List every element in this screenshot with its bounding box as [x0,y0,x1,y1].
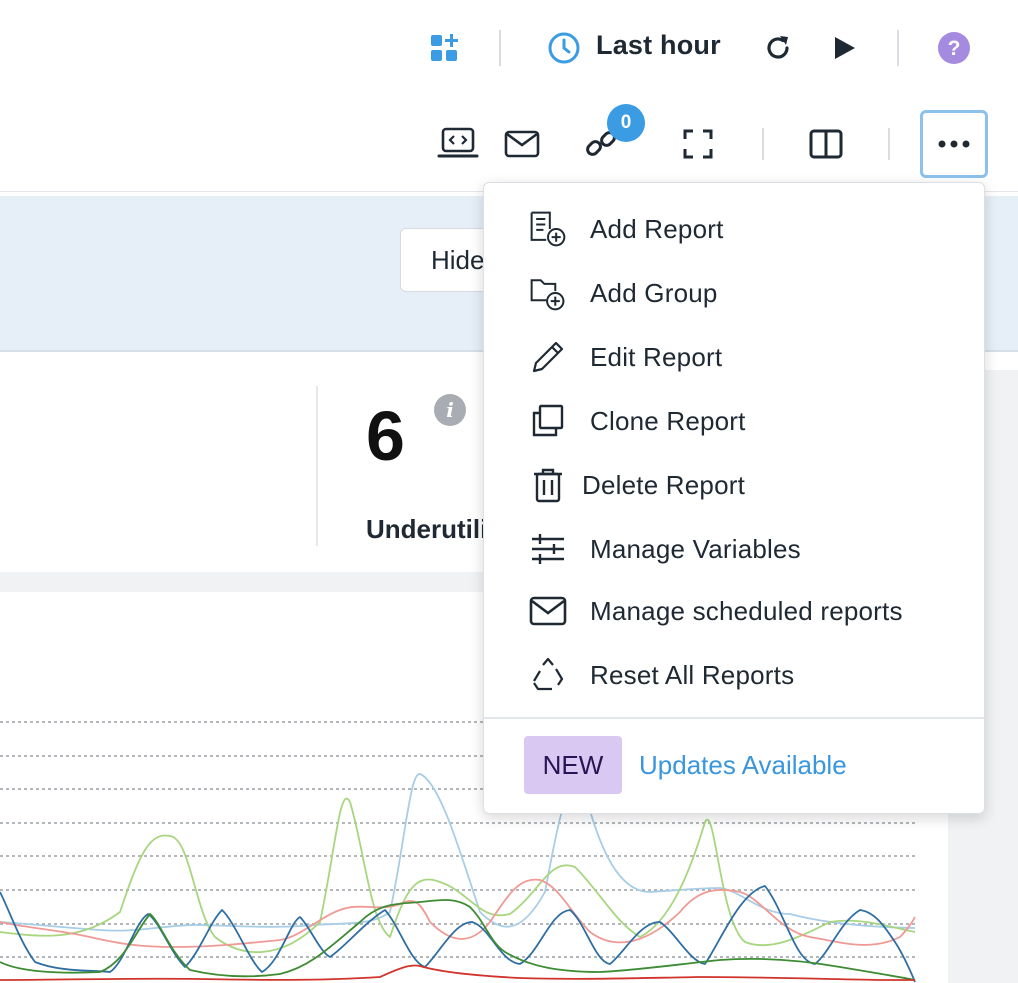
sliders-icon [528,529,568,569]
more-options-button[interactable] [920,110,988,178]
menu-item-delete-report[interactable]: Delete Report [484,453,984,517]
toolbar-separator [762,128,764,160]
share-link-count-badge: 0 [607,104,645,142]
clock-icon[interactable] [546,30,582,66]
menu-item-label: Manage scheduled reports [590,595,903,626]
menu-item-manage-variables[interactable]: Manage Variables [484,517,984,581]
refresh-icon[interactable] [760,30,796,66]
play-icon[interactable] [826,30,862,66]
updates-available-link[interactable]: Updates Available [639,750,847,781]
stat-value: 6 [366,397,405,475]
stat-label: Underutilized [366,514,496,544]
stats-divider [316,386,318,546]
menu-divider [484,717,984,719]
menu-item-label: Delete Report [582,469,746,500]
menu-item-manage-scheduled-reports[interactable]: Manage scheduled reports [484,579,984,643]
split-view-icon[interactable] [806,126,846,162]
toolbar-separator [888,128,890,160]
trash-icon [528,465,568,505]
menu-item-edit-report[interactable]: Edit Report [484,325,984,389]
chart-series-red [0,964,915,981]
clone-icon [528,401,568,441]
new-badge: NEW [524,736,622,794]
menu-item-label: Add Group [590,277,718,308]
menu-item-add-report[interactable]: Add Report [484,197,984,261]
add-panel-icon[interactable] [426,30,462,66]
svg-text:?: ? [948,37,961,60]
fullscreen-icon[interactable] [680,126,716,162]
top-separator [897,30,899,66]
more-options-menu: Add Report Add Group Edit Report Clone R… [483,182,985,814]
recycle-icon [528,655,568,695]
menu-item-label: Clone Report [590,405,746,436]
more-options-icon [938,140,970,148]
time-range-label[interactable]: Last hour [596,30,721,61]
menu-item-add-group[interactable]: Add Group [484,261,984,325]
email-icon[interactable] [502,126,542,162]
menu-item-label: Edit Report [590,341,723,372]
help-icon[interactable]: ? [936,30,972,66]
envelope-icon [528,591,568,631]
menu-item-label: Reset All Reports [590,659,795,690]
pencil-icon [528,337,568,377]
top-bar [0,0,1018,96]
menu-item-label: Add Report [590,213,724,244]
add-report-icon [528,209,568,249]
menu-item-reset-all-reports[interactable]: Reset All Reports [484,643,984,707]
menu-item-label: Manage Variables [590,533,801,564]
info-icon[interactable]: i [434,394,466,426]
menu-item-clone-report[interactable]: Clone Report [484,389,984,453]
add-group-icon [528,273,568,313]
embed-code-icon[interactable] [436,124,480,164]
top-separator [499,30,501,66]
